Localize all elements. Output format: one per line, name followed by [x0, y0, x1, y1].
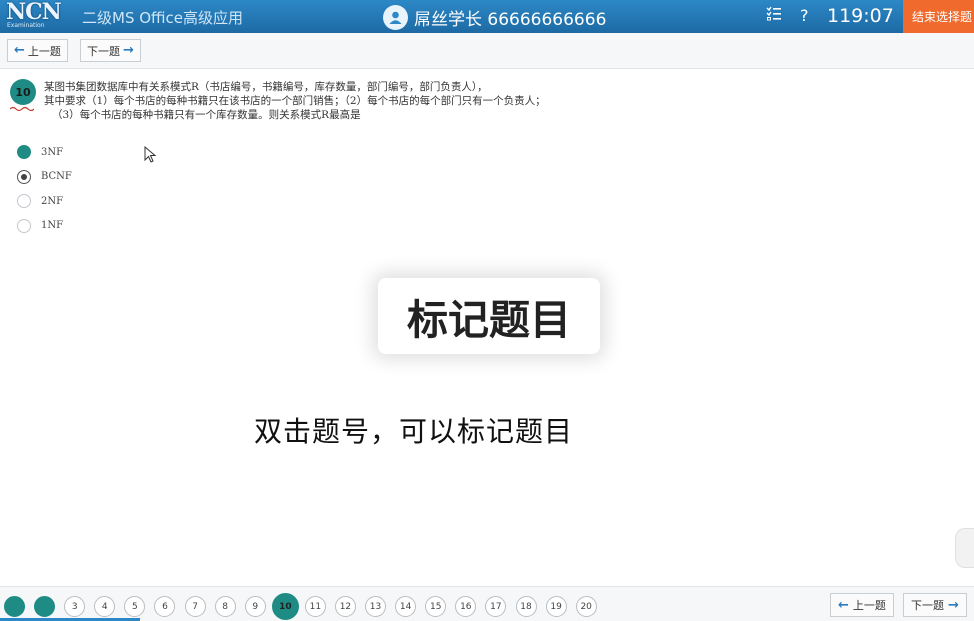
bottom-prev-label: 上一题 [852, 599, 886, 612]
question-page-2[interactable]: 2 [34, 596, 56, 617]
question-page-16[interactable]: 16 [455, 596, 477, 617]
question-line-2: 其中要求（1）每个书店的每种书籍只在该书店的一个部门销售；（2）每个书店的每个部… [44, 95, 546, 107]
next-question-button[interactable]: 下一题 → [80, 39, 141, 62]
question-page-15[interactable]: 15 [425, 596, 447, 617]
question-page-19[interactable]: 19 [545, 596, 567, 617]
question-page-12[interactable]: 12 [334, 596, 356, 617]
arrow-right-icon: → [123, 43, 134, 58]
prev-question-label: 上一题 [27, 44, 61, 58]
help-icon[interactable]: ? [800, 6, 809, 25]
radio-button[interactable] [17, 194, 31, 209]
bottom-bar: 1 2 3 4 5 6 7 8 9 10 11 12 13 14 15 16 17 18 19 20 ← 上一题 下一… [0, 586, 974, 621]
user-avatar-icon [383, 4, 408, 30]
question-page-9[interactable]: 9 [244, 596, 266, 617]
question-page-6[interactable]: 6 [154, 596, 176, 617]
top-icons: ? [766, 6, 827, 25]
option-bcnf[interactable]: BCNF [17, 165, 72, 190]
question-page-20[interactable]: 20 [575, 596, 597, 617]
question-line-1: 某图书集团数据库中有关系模式R（书店编号，书籍编号，库存数量，部门编号，部门负责… [44, 81, 488, 93]
radio-button[interactable] [17, 145, 31, 160]
option-label: BCNF [41, 171, 72, 183]
question-line-3: （3）每个书店的每种书籍只有一个库存数量。则关系模式R最高是 [52, 109, 361, 121]
answer-options: 3NF BCNF 2NF 1NF [17, 140, 72, 238]
marked-wave-icon [10, 106, 34, 112]
logo: NCN Examination [6, 0, 64, 32]
question-page-14[interactable]: 14 [395, 596, 417, 617]
question-page-10[interactable]: 10 [271, 593, 299, 620]
option-2nf[interactable]: 2NF [17, 189, 72, 214]
question-page-7[interactable]: 7 [184, 596, 206, 617]
arrow-left-icon: ← [14, 43, 25, 58]
question-page-11[interactable]: 11 [304, 596, 326, 617]
end-choice-button[interactable]: 结束选择题 [903, 0, 974, 33]
option-label: 3NF [41, 146, 64, 158]
arrow-right-icon: → [948, 597, 959, 613]
next-question-label: 下一题 [87, 44, 120, 58]
question-page-4[interactable]: 4 [94, 596, 116, 617]
side-panel-handle[interactable] [955, 528, 974, 568]
bottom-next-label: 下一题 [911, 599, 944, 612]
app-title: 二级MS Office高级应用 [82, 9, 244, 27]
bottom-prev-button[interactable]: ← 上一题 [830, 593, 894, 617]
option-label: 1NF [41, 220, 64, 232]
question-page-13[interactable]: 13 [365, 596, 387, 617]
option-label: 2NF [41, 195, 64, 207]
countdown-timer: 119:07 [827, 5, 894, 27]
question-text: 某图书集团数据库中有关系模式R（书店编号，书籍编号，库存数量，部门编号，部门负责… [44, 80, 546, 122]
option-1nf[interactable]: 1NF [17, 214, 72, 239]
user-name: 屌丝学长 66666666666 [414, 9, 607, 30]
radio-button[interactable] [17, 218, 31, 233]
overlay-title: 标记题目 [378, 278, 600, 354]
question-page-8[interactable]: 8 [214, 596, 236, 617]
bottom-next-button[interactable]: 下一题 → [903, 593, 967, 617]
question-page-17[interactable]: 17 [485, 596, 507, 617]
checklist-icon[interactable] [766, 6, 782, 25]
question-number-badge[interactable]: 10 [10, 79, 36, 105]
question-page-18[interactable]: 18 [515, 596, 537, 617]
question-page-1[interactable]: 1 [4, 596, 25, 617]
arrow-left-icon: ← [838, 597, 849, 613]
question-page-3[interactable]: 3 [64, 596, 86, 617]
option-3nf[interactable]: 3NF [17, 140, 72, 165]
prev-question-button[interactable]: ← 上一题 [7, 39, 68, 62]
logo-subtext: Examination [7, 22, 45, 29]
overlay-caption: 双击题号，可以标记题目 [254, 415, 574, 448]
mouse-cursor-icon [144, 146, 157, 163]
question-page-5[interactable]: 5 [124, 596, 146, 617]
question-nav-bar: ← 上一题 下一题 → [0, 33, 974, 69]
top-bar: NCN Examination 二级MS Office高级应用 屌丝学长 666… [0, 0, 974, 33]
user-info: 屌丝学长 66666666666 [383, 4, 606, 30]
radio-button[interactable] [17, 169, 31, 184]
question-pager: 1 2 3 4 5 6 7 8 9 10 11 12 13 14 15 16 17 18 19 20 [4, 593, 606, 620]
